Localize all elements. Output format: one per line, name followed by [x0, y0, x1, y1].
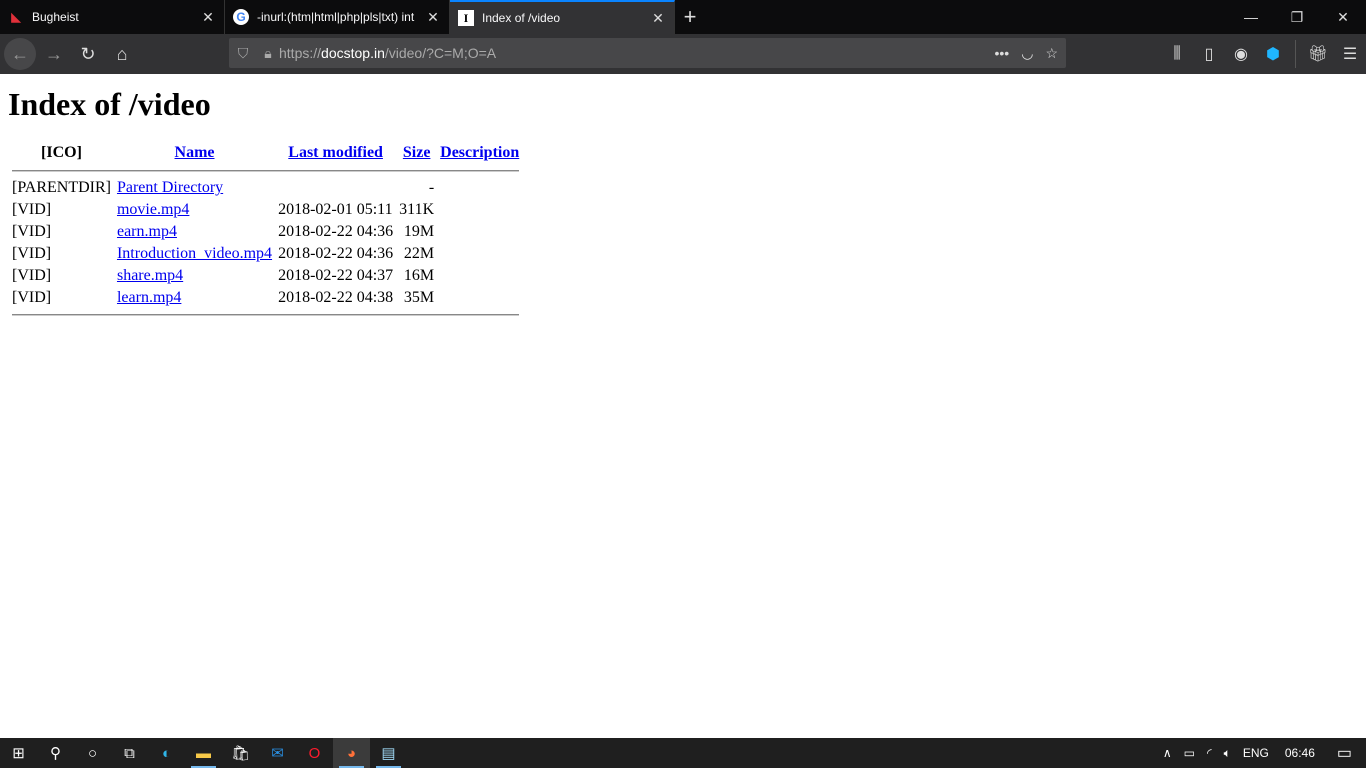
- lock-icon[interactable]: 🔒︎: [257, 45, 279, 62]
- notepad-icon[interactable]: ▤: [370, 738, 407, 768]
- library-icon[interactable]: ⫼: [1161, 45, 1193, 63]
- opera-icon[interactable]: O: [296, 738, 333, 768]
- menu-icon[interactable]: ☰: [1334, 44, 1366, 64]
- shield-icon[interactable]: ⛉: [229, 45, 257, 62]
- home-button[interactable]: ⌂: [106, 38, 138, 70]
- bugheist-logo-icon: ◣: [11, 10, 21, 24]
- search-icon[interactable]: ⚲: [37, 738, 74, 768]
- address-bar[interactable]: ⛉ 🔒︎ https://docstop.in/video/?C=M;O=A •…: [229, 38, 1066, 68]
- tab-index-of-video[interactable]: I Index of /video ✕: [450, 0, 675, 34]
- row-icon: [VID]: [12, 245, 52, 262]
- cortana-icon[interactable]: ○: [74, 738, 111, 768]
- tab-title: -inurl:(htm|html|php|pls|txt) int: [257, 10, 415, 24]
- file-link[interactable]: share.mp4: [117, 267, 183, 284]
- language-indicator[interactable]: ENG: [1243, 746, 1269, 760]
- table-row: [PARENTDIR] Parent Directory -: [10, 178, 521, 198]
- parent-directory-link[interactable]: Parent Directory: [117, 179, 223, 196]
- firefox-icon[interactable]: ◕: [333, 738, 370, 768]
- page-content: Index of /video [ICO] Name Last modified…: [0, 74, 1366, 738]
- notifications-icon[interactable]: ▭: [1337, 743, 1352, 763]
- account-icon[interactable]: ◉: [1225, 44, 1257, 64]
- table-row: [VID] movie.mp4 2018-02-01 05:11 311K: [10, 200, 521, 220]
- row-size: 22M: [403, 245, 435, 262]
- battery-icon[interactable]: ▭: [1184, 746, 1195, 760]
- task-view-icon[interactable]: ⧉: [111, 738, 148, 768]
- google-icon: G: [233, 9, 249, 25]
- sidebar-icon[interactable]: ▯: [1193, 44, 1225, 64]
- clock[interactable]: 06:46: [1285, 746, 1315, 760]
- text-cursor-icon: I: [458, 10, 474, 26]
- wifi-icon[interactable]: ◜: [1207, 746, 1212, 760]
- file-link[interactable]: Introduction_video.mp4: [117, 245, 272, 262]
- row-icon: [VID]: [12, 201, 52, 218]
- table-row: [VID] Introduction_video.mp4 2018-02-22 04…: [10, 244, 521, 264]
- row-modified: 2018-02-22 04:36: [278, 223, 394, 240]
- table-row: [VID] learn.mp4 2018-02-22 04:38 35M: [10, 288, 521, 308]
- row-icon: [PARENTDIR]: [12, 179, 111, 196]
- pocket-icon[interactable]: ◡: [1021, 45, 1033, 62]
- extension-icon[interactable]: ⬢: [1257, 44, 1289, 64]
- row-modified: 2018-02-22 04:38: [278, 289, 394, 306]
- close-window-button[interactable]: ✕: [1320, 0, 1366, 34]
- row-modified: [276, 178, 395, 198]
- bookmark-star-icon[interactable]: ☆: [1045, 45, 1058, 62]
- tab-google[interactable]: G -inurl:(htm|html|php|pls|txt) int ✕: [225, 0, 450, 34]
- store-icon[interactable]: 🛍︎: [222, 738, 259, 768]
- page-actions-icon[interactable]: •••: [995, 45, 1010, 62]
- close-tab-icon[interactable]: ✕: [200, 9, 216, 26]
- forward-button[interactable]: →: [38, 38, 70, 70]
- sort-by-modified-link[interactable]: Last modified: [288, 144, 383, 161]
- volume-icon[interactable]: 🔈︎: [1224, 746, 1231, 761]
- directory-listing: [ICO] Name Last modified Size Descriptio…: [8, 140, 523, 322]
- close-tab-icon[interactable]: ✕: [650, 10, 666, 27]
- row-size: -: [428, 179, 435, 196]
- url-text: https://docstop.in/video/?C=M;O=A: [279, 45, 497, 61]
- restore-button[interactable]: ❐: [1274, 0, 1320, 34]
- edge-icon[interactable]: ◐: [148, 738, 185, 768]
- sort-by-description-link[interactable]: Description: [440, 144, 519, 161]
- row-modified: 2018-02-01 05:11: [278, 201, 393, 218]
- row-icon: [VID]: [12, 223, 52, 240]
- row-icon: [VID]: [12, 289, 52, 306]
- reload-button[interactable]: ↻: [72, 38, 104, 70]
- mail-icon[interactable]: ✉: [259, 738, 296, 768]
- page-title: Index of /video: [8, 86, 211, 122]
- close-tab-icon[interactable]: ✕: [425, 9, 441, 26]
- row-size: 16M: [403, 267, 435, 284]
- row-size: 19M: [403, 223, 435, 240]
- new-tab-button[interactable]: +: [675, 0, 705, 34]
- row-size: 311K: [399, 201, 435, 218]
- tab-title: Index of /video: [482, 11, 561, 25]
- start-windows-icon[interactable]: ⊞: [0, 738, 37, 768]
- tab-bar: ◣ Bugheist ✕ G -inurl:(htm|html|php|pls|txt…: [0, 0, 1366, 34]
- row-modified: 2018-02-22 04:36: [278, 245, 394, 262]
- row-modified: 2018-02-22 04:37: [278, 267, 394, 284]
- taskbar: ⊞ ⚲ ○ ⧉ ◐ ▬ 🛍︎ ✉ O ◕ ▤ ∧ ▭ ◜ 🔈︎ ENG 06:4…: [0, 738, 1366, 768]
- row-icon: [VID]: [12, 267, 52, 284]
- file-explorer-icon[interactable]: ▬: [185, 738, 222, 768]
- whats-new-gift-icon[interactable]: 🎁︎: [1302, 44, 1334, 64]
- file-link[interactable]: learn.mp4: [117, 289, 181, 306]
- sort-by-name-link[interactable]: Name: [175, 144, 215, 161]
- back-button[interactable]: ←: [4, 38, 36, 70]
- tab-title: Bugheist: [32, 10, 79, 24]
- header-ico: [ICO]: [41, 144, 82, 161]
- table-row: [VID] share.mp4 2018-02-22 04:37 16M: [10, 266, 521, 286]
- table-row: [VID] earn.mp4 2018-02-22 04:36 19M: [10, 222, 521, 242]
- sort-by-size-link[interactable]: Size: [403, 144, 431, 161]
- file-link[interactable]: movie.mp4: [117, 201, 189, 218]
- tab-bugheist[interactable]: ◣ Bugheist ✕: [0, 0, 225, 34]
- navigation-toolbar: ← → ↻ ⌂ ⛉ 🔒︎ https://docstop.in/video/?C…: [0, 34, 1366, 74]
- minimize-button[interactable]: —: [1228, 0, 1274, 34]
- show-hidden-icons[interactable]: ∧: [1163, 746, 1172, 760]
- row-size: 35M: [403, 289, 435, 306]
- file-link[interactable]: earn.mp4: [117, 223, 177, 240]
